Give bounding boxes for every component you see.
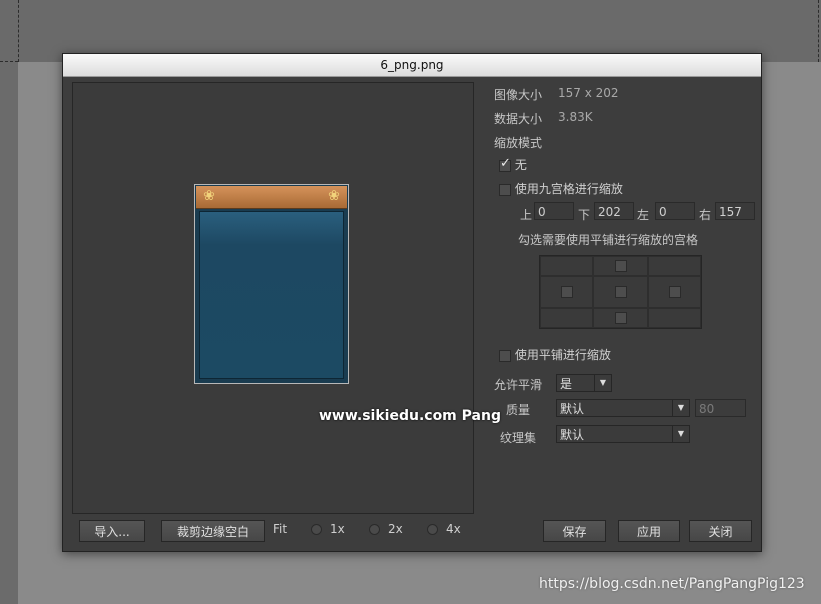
- texture-set-select[interactable]: 默认 ▼: [556, 425, 690, 443]
- nine-grid-option[interactable]: 使用九宫格进行缩放: [499, 180, 623, 197]
- zoom-4x-label: 4x: [446, 522, 461, 536]
- chevron-down-icon: ▼: [594, 375, 611, 391]
- quality-value: 默认: [560, 402, 585, 416]
- top-margin-label: 上: [520, 208, 533, 222]
- import-button[interactable]: 导入...: [79, 520, 145, 542]
- ornament-left-icon: ❀: [203, 188, 215, 204]
- guide-line-vertical: [18, 0, 19, 62]
- data-size-label: 数据大小: [494, 112, 543, 126]
- grid-cell-mid-right[interactable]: [648, 276, 701, 308]
- trim-edges-button[interactable]: 裁剪边缘空白: [161, 520, 265, 542]
- scale-none-label: 无: [514, 158, 527, 172]
- bottom-margin-input[interactable]: 202: [594, 202, 634, 220]
- quality-label: 质量: [506, 403, 531, 417]
- chevron-down-icon: ▼: [672, 400, 689, 416]
- grid-cell-top-right: [648, 256, 701, 276]
- image-preview-panel: ❀ ❀ Fit 1x 2x 4x: [72, 82, 474, 536]
- ornament-right-icon: ❀: [328, 188, 340, 204]
- radio-1x[interactable]: [311, 523, 322, 535]
- tile-scaling-label: 使用平铺进行缩放: [514, 348, 611, 362]
- tile-grid-hint: 勾选需要使用平铺进行缩放的宫格: [518, 233, 699, 247]
- nine-grid-label: 使用九宫格进行缩放: [514, 182, 623, 196]
- grid-mid-right-checkbox[interactable]: [668, 286, 681, 298]
- sprite-header-bar: ❀ ❀: [196, 186, 347, 209]
- scale-none-checkbox[interactable]: [499, 156, 511, 172]
- smoothing-select[interactable]: 是 ▼: [556, 374, 612, 392]
- grid-cell-bottom-left: [540, 308, 593, 328]
- sprite-preview: ❀ ❀: [194, 184, 349, 384]
- dialog-title[interactable]: 6_png.png: [63, 54, 761, 77]
- grid-cell-top-left: [540, 256, 593, 276]
- right-margin-label: 右: [699, 208, 712, 222]
- scale-mode-label: 缩放模式: [494, 136, 543, 150]
- tile-grid-selector: [539, 255, 702, 329]
- image-size-label: 图像大小: [494, 88, 543, 102]
- grid-mid-center-checkbox[interactable]: [614, 286, 627, 298]
- grid-mid-left-checkbox[interactable]: [560, 286, 573, 298]
- zoom-2x-label: 2x: [388, 522, 403, 536]
- save-button[interactable]: 保存: [543, 520, 606, 542]
- image-size-value: 157 x 202: [558, 86, 619, 100]
- grid-cell-mid-left[interactable]: [540, 276, 593, 308]
- grid-cell-top-center[interactable]: [593, 256, 648, 276]
- image-properties-dialog: 6_png.png ❀ ❀ Fit 1x 2x 4x 图像大小 157 x 20…: [62, 53, 762, 552]
- apply-button[interactable]: 应用: [618, 520, 680, 542]
- bottom-margin-label: 下: [578, 208, 591, 222]
- data-size-value: 3.83K: [558, 110, 593, 124]
- zoom-fit-label: Fit: [273, 522, 288, 536]
- grid-top-center-checkbox[interactable]: [614, 260, 627, 272]
- radio-4x[interactable]: [427, 523, 438, 535]
- csdn-watermark: https://blog.csdn.net/PangPangPig123: [539, 576, 805, 592]
- chevron-down-icon: ▼: [672, 426, 689, 442]
- guide-line-vertical-right: [818, 0, 819, 62]
- grid-cell-mid-center[interactable]: [593, 276, 648, 308]
- quality-select[interactable]: 默认 ▼: [556, 399, 690, 417]
- top-margin-input[interactable]: 0: [534, 202, 574, 220]
- nine-grid-checkbox[interactable]: [499, 183, 511, 196]
- zoom-option-4x[interactable]: 4x: [427, 521, 461, 537]
- smoothing-value: 是: [560, 377, 573, 391]
- scale-none-option[interactable]: 无: [499, 156, 527, 173]
- zoom-1x-label: 1x: [330, 522, 345, 536]
- smoothing-label: 允许平滑: [494, 378, 543, 392]
- tile-scaling-checkbox[interactable]: [499, 349, 511, 362]
- texture-set-value: 默认: [560, 428, 585, 442]
- right-margin-input[interactable]: 157: [715, 202, 755, 220]
- sprite-body-panel: [199, 211, 344, 379]
- left-margin-input[interactable]: 0: [655, 202, 695, 220]
- overlay-watermark: www.sikiedu.com Pang: [319, 408, 501, 424]
- grid-cell-bottom-right: [648, 308, 701, 328]
- texture-set-label: 纹理集: [500, 431, 537, 445]
- left-margin-label: 左: [637, 208, 650, 222]
- close-button[interactable]: 关闭: [689, 520, 752, 542]
- zoom-option-1x[interactable]: 1x: [311, 521, 345, 537]
- zoom-option-2x[interactable]: 2x: [369, 521, 403, 537]
- radio-2x[interactable]: [369, 523, 380, 535]
- grid-cell-bottom-center[interactable]: [593, 308, 648, 328]
- grid-bottom-center-checkbox[interactable]: [614, 312, 627, 324]
- tile-scaling-option[interactable]: 使用平铺进行缩放: [499, 346, 611, 363]
- guide-line-horizontal: [0, 61, 18, 62]
- quality-number-input[interactable]: 80: [695, 399, 746, 417]
